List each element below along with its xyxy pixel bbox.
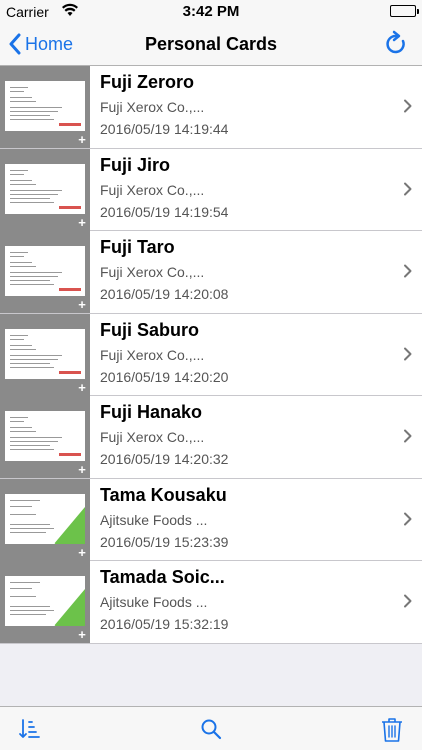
add-icon[interactable]: + bbox=[76, 216, 88, 229]
card-thumbnail[interactable]: + bbox=[0, 313, 90, 396]
trash-icon bbox=[382, 718, 402, 742]
status-time: 3:42 PM bbox=[182, 3, 240, 20]
card-thumbnail[interactable]: + bbox=[0, 478, 90, 561]
add-icon[interactable]: + bbox=[76, 298, 88, 311]
card-company: Fuji Xerox Co.,... bbox=[100, 429, 205, 445]
card-name: Fuji Taro bbox=[100, 237, 175, 257]
card-thumbnail[interactable]: + bbox=[0, 148, 90, 231]
card-list: + Fuji Zeroro Fuji Xerox Co.,... 2016/05/19… bbox=[0, 66, 422, 644]
card-row[interactable]: + Fuji Taro Fuji Xerox Co.,... 2016/05/19 1… bbox=[0, 231, 422, 314]
card-name: Tama Kousaku bbox=[100, 484, 227, 505]
add-icon[interactable]: + bbox=[76, 133, 88, 146]
refresh-icon bbox=[386, 30, 405, 54]
card-company: Ajitsuke Foods ... bbox=[100, 511, 208, 528]
card-date: 2016/05/19 15:32:19 bbox=[100, 616, 229, 632]
card-image bbox=[5, 576, 85, 626]
card-image bbox=[5, 328, 85, 379]
card-thumbnail[interactable]: + bbox=[0, 396, 90, 478]
card-image bbox=[5, 163, 85, 214]
card-row[interactable]: + Fuji Hanako Fuji Xerox Co.,... 2016/05/19… bbox=[0, 396, 422, 479]
card-image bbox=[5, 493, 85, 544]
card-row[interactable]: + Tamada Soic... Ajitsuke Foods ... 2016/05… bbox=[0, 561, 422, 644]
card-thumbnail[interactable]: + bbox=[0, 561, 90, 643]
chevron-right-icon bbox=[404, 594, 412, 608]
card-image bbox=[5, 411, 85, 461]
card-company: Ajitsuke Foods ... bbox=[100, 594, 208, 610]
search-icon bbox=[201, 719, 222, 740]
card-company: Fuji Xerox Co.,... bbox=[100, 181, 205, 198]
sort-icon bbox=[19, 719, 40, 738]
card-date: 2016/05/19 14:19:54 bbox=[100, 203, 229, 220]
card-name: Fuji Zeroro bbox=[100, 72, 194, 92]
bottom-toolbar bbox=[0, 706, 422, 750]
add-icon[interactable]: + bbox=[76, 628, 88, 641]
delete-button[interactable] bbox=[380, 717, 404, 742]
card-date: 2016/05/19 14:20:08 bbox=[100, 286, 229, 302]
card-row[interactable]: + Tama Kousaku Ajitsuke Foods ... 2016/05/1… bbox=[0, 478, 422, 561]
card-thumbnail[interactable]: + bbox=[0, 66, 90, 148]
add-icon[interactable]: + bbox=[76, 381, 88, 394]
chevron-right-icon bbox=[404, 99, 412, 113]
card-row[interactable]: + Fuji Saburo Fuji Xerox Co.,... 2016/05/19… bbox=[0, 313, 422, 396]
card-name: Fuji Saburo bbox=[100, 319, 199, 340]
navigation-bar: Home Personal Cards bbox=[0, 22, 422, 66]
add-icon[interactable]: + bbox=[76, 463, 88, 476]
card-row[interactable]: + Fuji Jiro Fuji Xerox Co.,... 2016/05/19 1… bbox=[0, 148, 422, 231]
chevron-right-icon bbox=[404, 512, 412, 525]
chevron-right-icon bbox=[404, 347, 412, 360]
battery-icon bbox=[390, 5, 419, 17]
card-name: Tamada Soic... bbox=[100, 567, 225, 587]
add-icon[interactable]: + bbox=[76, 546, 88, 559]
page-title: Personal Cards bbox=[144, 34, 278, 54]
card-thumbnail[interactable]: + bbox=[0, 231, 90, 313]
card-image bbox=[5, 81, 85, 131]
refresh-button[interactable] bbox=[382, 30, 410, 58]
card-date: 2016/05/19 14:20:32 bbox=[100, 451, 229, 467]
card-row[interactable]: + Fuji Zeroro Fuji Xerox Co.,... 2016/05/19… bbox=[0, 66, 422, 149]
status-bar: Carrier 3:42 PM bbox=[0, 0, 422, 22]
chevron-right-icon bbox=[404, 429, 412, 443]
card-image bbox=[5, 246, 85, 296]
sort-button[interactable] bbox=[18, 717, 42, 741]
card-name: Fuji Hanako bbox=[100, 402, 203, 422]
card-company: Fuji Xerox Co.,... bbox=[100, 346, 205, 363]
card-date: 2016/05/19 14:20:20 bbox=[100, 368, 229, 385]
card-company: Fuji Xerox Co.,... bbox=[100, 99, 205, 115]
chevron-right-icon bbox=[404, 264, 412, 278]
card-date: 2016/05/19 14:19:44 bbox=[100, 121, 229, 137]
chevron-right-icon bbox=[404, 182, 412, 195]
card-date: 2016/05/19 15:23:39 bbox=[100, 533, 229, 550]
search-button[interactable] bbox=[199, 717, 223, 741]
card-name: Fuji Jiro bbox=[100, 154, 171, 175]
card-company: Fuji Xerox Co.,... bbox=[100, 264, 205, 280]
